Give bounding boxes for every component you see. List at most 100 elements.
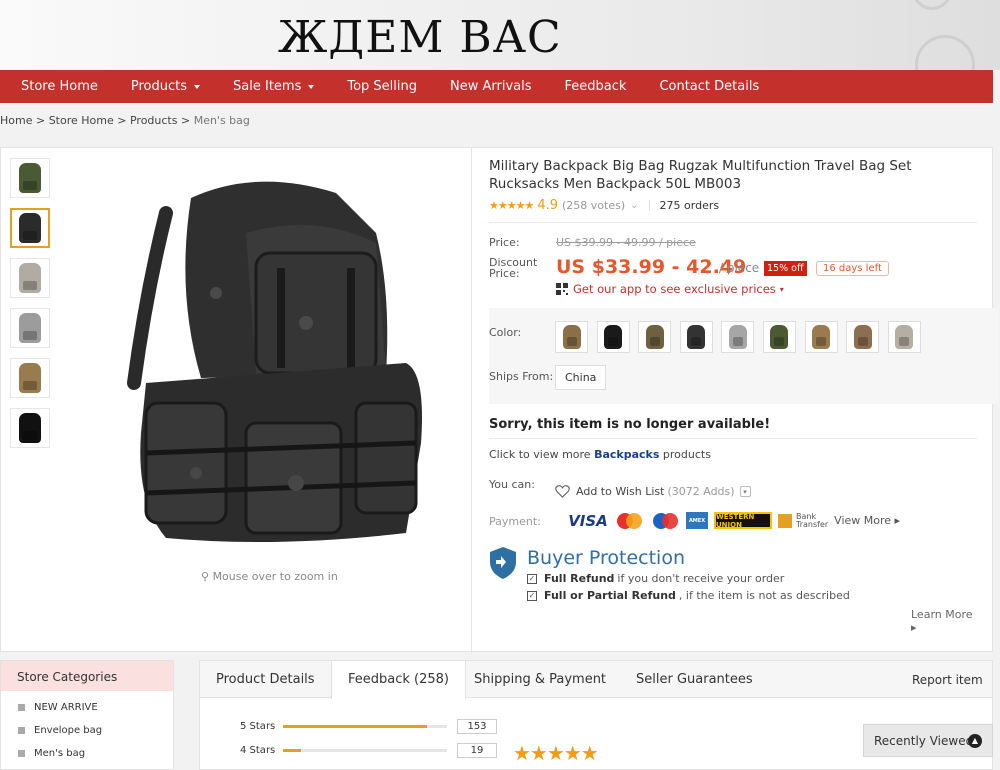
chevron-down-icon[interactable]: ▾ (739, 486, 751, 497)
category-list: NEW ARRIVE Envelope bag Men's bag (1, 701, 173, 760)
color-swatch[interactable] (679, 321, 713, 353)
thumbnail[interactable] (10, 408, 50, 448)
category-item[interactable]: NEW ARRIVE (1, 701, 173, 714)
rating-row-label: 4 Stars (240, 745, 276, 756)
color-swatch[interactable] (596, 321, 630, 353)
nav-item-sale-items[interactable]: Sale Items (233, 79, 315, 94)
backpacks-link[interactable]: Backpacks (594, 448, 659, 461)
mastercard-logo (614, 512, 644, 529)
view-more-payments-link[interactable]: View More ▸ (834, 514, 900, 527)
checkbox-icon: ✓ (527, 590, 537, 601)
backpack-swatch-image (645, 325, 664, 349)
tab-seller-guarantees[interactable]: Seller Guarantees (636, 661, 753, 698)
nav-item-label: Products (130, 79, 188, 94)
thumbnail-list (10, 158, 52, 458)
nav-item-store-home[interactable]: Store Home (21, 79, 98, 94)
payment-methods: VISA AMEX WESTERN UNION Bank Transfer Vi… (568, 511, 900, 530)
wishlist-label: Add to Wish List (576, 485, 665, 498)
breadcrumb-products[interactable]: Products (130, 114, 178, 127)
tab-shipping-payment[interactable]: Shipping & Payment (474, 661, 606, 698)
backpack-swatch-image (687, 325, 706, 349)
days-left-badge: 16 days left (816, 261, 889, 276)
thumbnail[interactable] (10, 308, 50, 348)
amex-logo: AMEX (686, 512, 708, 529)
full-refund-text: if you don't receive your order (617, 572, 785, 585)
breadcrumb-separator: > (180, 114, 191, 127)
color-swatch[interactable] (721, 321, 755, 353)
nav-item-label: Feedback (564, 79, 627, 94)
thumbnail[interactable] (10, 358, 50, 398)
thumbnail[interactable] (10, 158, 50, 198)
recently-viewed-button[interactable]: Recently Viewed ▲ (863, 724, 993, 757)
zoom-hint-text: Mouse over to zoom in (212, 570, 338, 583)
more-products-text: Click to view more Backpacks products (489, 448, 711, 461)
big-rating-stars: ★★★★★ (513, 741, 599, 765)
nav-item-feedback[interactable]: Feedback (565, 79, 627, 94)
chevron-up-icon: ▲ (968, 734, 982, 748)
thumbnail[interactable] (10, 208, 50, 248)
category-item[interactable]: Envelope bag (1, 724, 173, 737)
nav-item-top-selling[interactable]: Top Selling (347, 79, 417, 94)
rating-row[interactable]: 5 Stars 153 (200, 719, 500, 735)
bullet-icon (18, 750, 25, 757)
breadcrumb-separator: > (35, 114, 46, 127)
color-swatch[interactable] (762, 321, 796, 353)
breadcrumb-current[interactable]: Men's bag (194, 114, 250, 127)
nav-item-label: Store Home (21, 79, 98, 94)
backpack-swatch-image (604, 325, 623, 349)
orders-count: 275 orders (659, 199, 720, 212)
chevron-down-icon[interactable]: ⌄ (630, 200, 638, 211)
breadcrumb-store-home[interactable]: Store Home (49, 114, 114, 127)
add-to-wishlist-button[interactable]: Add to Wish List (3072 Adds) ▾ (555, 485, 751, 498)
store-categories: Store Categories NEW ARRIVE Envelope bag M… (0, 660, 174, 770)
product-title: Military Backpack Big Bag Rugzak Multifu… (489, 158, 912, 192)
zoom-hint: ⚲ Mouse over to zoom in (201, 570, 338, 583)
category-item[interactable]: Men's bag (1, 747, 173, 760)
backpack-swatch-image (728, 325, 747, 349)
backpack-thumbnail-image (19, 413, 41, 443)
app-prices-link[interactable]: Get our app to see exclusive prices ▾ (556, 282, 784, 296)
transfer-label: Transfer (796, 519, 829, 529)
buyer-protection-title: Buyer Protection (527, 547, 685, 569)
rating-bar-fill (283, 725, 428, 728)
banner-decoration (915, 35, 975, 70)
magnifier-icon: ⚲ (201, 570, 210, 583)
color-swatch[interactable] (846, 321, 880, 353)
learn-more-link[interactable]: Learn More ▸ (911, 608, 979, 634)
checkbox-icon: ✓ (527, 573, 537, 584)
tab-feedback[interactable]: Feedback (258) (331, 661, 466, 699)
store-banner: ЖДЕМ ВАС (0, 0, 1000, 70)
rating-bar-fill (283, 749, 302, 752)
color-swatch[interactable] (887, 321, 921, 353)
category-label: Envelope bag (34, 725, 103, 736)
backpack-thumbnail-image (19, 163, 41, 193)
rating-stars: ★★★★★ (489, 199, 534, 212)
rating-row: ★★★★★ 4.9 (258 votes) ⌄ 275 orders (489, 198, 719, 213)
discount-badge: 15% off (764, 261, 807, 276)
backpack-thumbnail-image (19, 363, 41, 393)
app-prices-text: Get our app to see exclusive prices (573, 282, 776, 296)
tab-product-details[interactable]: Product Details (216, 661, 315, 698)
color-swatch[interactable] (804, 321, 838, 353)
nav-item-new-arrivals[interactable]: New Arrivals (450, 79, 532, 94)
store-categories-title: Store Categories (1, 661, 173, 691)
breadcrumb-home[interactable]: Home (0, 114, 32, 127)
bullet-icon (18, 727, 25, 734)
nav-item-products[interactable]: Products (130, 79, 201, 94)
visa-logo: VISA (568, 511, 608, 530)
rating-bar-track (283, 725, 447, 728)
rating-votes[interactable]: (258 votes) (562, 199, 625, 212)
report-item-link[interactable]: Report item (912, 673, 983, 687)
color-swatch[interactable] (555, 321, 588, 353)
ships-from-option[interactable]: China (555, 365, 607, 390)
original-price: US $39.99 - 49.99 / piece (556, 236, 696, 249)
heart-icon (555, 485, 570, 498)
qr-code-icon (556, 283, 568, 295)
nav-item-label: Sale Items (233, 79, 302, 94)
category-label: Men's bag (34, 748, 86, 759)
color-swatch[interactable] (638, 321, 672, 353)
product-image[interactable] (106, 173, 426, 543)
divider (648, 200, 650, 211)
nav-item-contact-details[interactable]: Contact Details (659, 79, 759, 94)
thumbnail[interactable] (10, 258, 50, 298)
